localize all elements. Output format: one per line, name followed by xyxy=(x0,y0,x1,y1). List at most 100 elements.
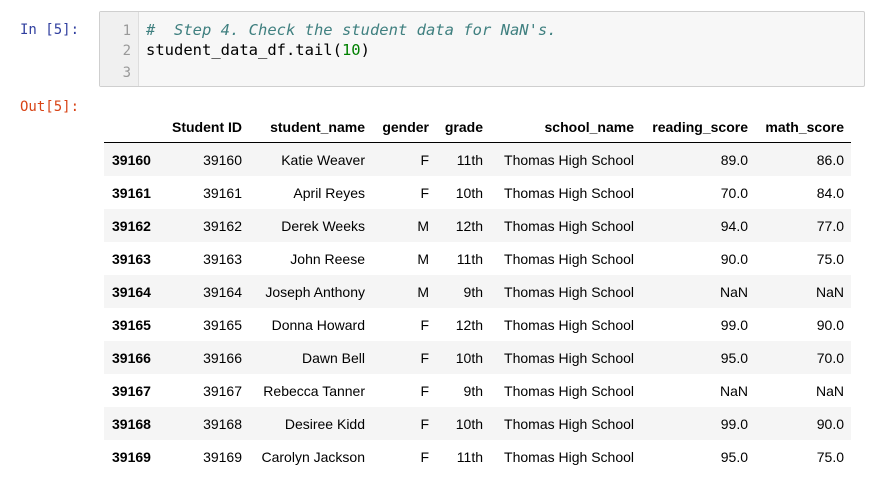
cell-student-name: Derek Weeks xyxy=(281,218,365,234)
cell-school-name: Thomas High School xyxy=(504,185,634,201)
cell-grade: 11th xyxy=(456,251,483,267)
cell-grade: 10th xyxy=(455,185,483,201)
table-row: 39161 39161 April Reyes F 10th Thomas High Sc… xyxy=(104,176,851,209)
cell-math-score: 86.0 xyxy=(816,152,844,168)
dataframe-table: Student ID student_name gender grade sch… xyxy=(104,111,851,473)
line-number: 1 xyxy=(122,23,131,39)
output-prompt: Out[5]: xyxy=(20,99,80,115)
cell-math-score: 90.0 xyxy=(816,317,844,333)
code-close-paren: ) xyxy=(360,41,370,59)
code-cell[interactable]: 1 2 3 # Step 4. Check the student data f… xyxy=(99,11,865,87)
cell-grade: 10th xyxy=(455,350,483,366)
cell-gender: F xyxy=(420,350,429,366)
cell-gender: F xyxy=(420,416,429,432)
cell-school-name: Thomas High School xyxy=(504,152,634,168)
cell-gender: F xyxy=(420,185,429,201)
column-header-student-id: Student ID xyxy=(172,119,242,135)
table-body: 39160 39160 Katie Weaver F 11th Thomas High S… xyxy=(104,143,851,473)
cell-gender: M xyxy=(417,251,429,267)
cell-grade: 12th xyxy=(455,317,483,333)
cell-math-score: 77.0 xyxy=(816,218,844,234)
cell-reading-score: 90.0 xyxy=(720,251,748,267)
cell-student-name: John Reese xyxy=(290,251,365,267)
table-row: 39160 39160 Katie Weaver F 11th Thomas High S… xyxy=(104,143,851,176)
column-header-gender: gender xyxy=(382,119,429,135)
cell-student-id: 39167 xyxy=(203,383,242,399)
cell-school-name: Thomas High School xyxy=(504,317,634,333)
cell-reading-score: 94.0 xyxy=(720,218,748,234)
cell-reading-score: 95.0 xyxy=(720,350,748,366)
table-row: 39165 39165 Donna Howard F 12th Thomas High S… xyxy=(104,308,851,341)
cell-grade: 10th xyxy=(455,416,483,432)
cell-student-id: 39160 xyxy=(203,152,242,168)
cell-school-name: Thomas High School xyxy=(504,284,634,300)
cell-reading-score: 89.0 xyxy=(720,152,748,168)
table-row: 39167 39167 Rebecca Tanner F 9th Thomas High … xyxy=(104,374,851,407)
table-row: 39169 39169 Carolyn Jackson F 11th Thomas Hig… xyxy=(104,440,851,473)
row-index: 39169 xyxy=(112,449,151,465)
cell-reading-score: 70.0 xyxy=(720,185,748,201)
row-index: 39166 xyxy=(112,350,151,366)
cell-school-name: Thomas High School xyxy=(504,416,634,432)
cell-grade: 11th xyxy=(456,449,483,465)
table-row: 39163 39163 John Reese M 11th Thomas High Sch… xyxy=(104,242,851,275)
row-index: 39165 xyxy=(112,317,151,333)
row-index: 39160 xyxy=(112,152,151,168)
cell-student-name: Donna Howard xyxy=(271,317,365,333)
cell-student-name: Rebecca Tanner xyxy=(263,383,365,399)
cell-math-score: 75.0 xyxy=(816,251,844,267)
cell-grade: 9th xyxy=(463,383,483,399)
cell-math-score: NaN xyxy=(815,284,844,300)
cell-math-score: 70.0 xyxy=(816,350,844,366)
column-header-student-name: student_name xyxy=(270,119,365,135)
cell-student-name: Katie Weaver xyxy=(281,152,365,168)
cell-student-id: 39164 xyxy=(203,284,242,300)
cell-student-id: 39161 xyxy=(203,185,242,201)
cell-gender: F xyxy=(420,152,429,168)
cell-school-name: Thomas High School xyxy=(504,350,634,366)
cell-gender: F xyxy=(420,317,429,333)
code-line[interactable]: student_data_df.tail(10) xyxy=(146,41,370,59)
cell-student-name: Carolyn Jackson xyxy=(261,449,366,465)
cell-gender: F xyxy=(420,449,429,465)
cell-student-name: April Reyes xyxy=(293,185,365,201)
table-row: 39164 39164 Joseph Anthony M 9th Thomas High … xyxy=(104,275,851,308)
row-index: 39161 xyxy=(112,185,151,201)
line-number: 3 xyxy=(122,65,131,81)
cell-student-id: 39166 xyxy=(203,350,242,366)
table-row: 39162 39162 Derek Weeks M 12th Thomas High Sc… xyxy=(104,209,851,242)
code-call: student_data_df.tail( xyxy=(146,41,342,59)
row-index: 39164 xyxy=(112,284,151,300)
column-header-math-score: math_score xyxy=(765,119,844,135)
cell-school-name: Thomas High School xyxy=(504,218,634,234)
row-index: 39167 xyxy=(112,383,151,399)
cell-grade: 12th xyxy=(455,218,483,234)
line-number-gutter: 1 2 3 xyxy=(100,12,139,86)
cell-school-name: Thomas High School xyxy=(504,251,634,267)
code-comment[interactable]: # Step 4. Check the student data for NaN… xyxy=(146,21,557,39)
cell-student-id: 39165 xyxy=(203,317,242,333)
row-index: 39162 xyxy=(112,218,151,234)
cell-gender: M xyxy=(417,284,429,300)
table-row: 39168 39168 Desiree Kidd F 10th Thomas High S… xyxy=(104,407,851,440)
table-row: 39166 39166 Dawn Bell F 10th Thomas High Scho… xyxy=(104,341,851,374)
cell-school-name: Thomas High School xyxy=(504,383,634,399)
cell-grade: 9th xyxy=(463,284,483,300)
cell-reading-score: 95.0 xyxy=(720,449,748,465)
code-number-literal: 10 xyxy=(341,41,361,59)
cell-reading-score: 99.0 xyxy=(720,416,748,432)
column-header-school-name: school_name xyxy=(544,119,634,135)
line-number: 2 xyxy=(122,43,131,59)
row-index: 39163 xyxy=(112,251,151,267)
cell-reading-score: NaN xyxy=(719,383,748,399)
cell-student-name: Desiree Kidd xyxy=(284,416,365,432)
cell-math-score: 90.0 xyxy=(816,416,844,432)
cell-student-name: Dawn Bell xyxy=(301,350,365,366)
cell-student-id: 39169 xyxy=(203,449,242,465)
column-header-grade: grade xyxy=(444,119,483,135)
cell-reading-score: 99.0 xyxy=(720,317,748,333)
cell-gender: M xyxy=(417,218,429,234)
row-index: 39168 xyxy=(112,416,151,432)
cell-student-id: 39162 xyxy=(203,218,242,234)
column-header-reading-score: reading_score xyxy=(652,119,748,135)
